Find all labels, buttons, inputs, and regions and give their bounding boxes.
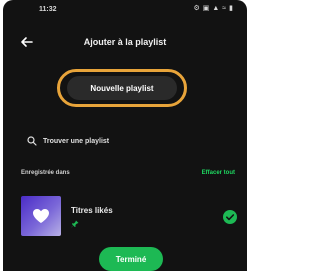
section-title: Enregistrée dans <box>21 170 70 176</box>
app-screen: 11:32 ⚙ ▣ ▲ ≈ ▮ Ajouter à la playlist No… <box>3 0 247 271</box>
search-label: Trouver une playlist <box>43 137 110 145</box>
done-button[interactable]: Terminé <box>99 247 163 271</box>
find-playlist-search[interactable]: Trouver une playlist <box>27 134 109 148</box>
check-icon[interactable] <box>223 210 237 224</box>
clear-all-button[interactable]: Effacer tout <box>202 170 235 176</box>
pin-icon <box>71 220 79 228</box>
saved-section-header: Enregistrée dans Effacer tout <box>21 170 235 182</box>
liked-songs-cover <box>21 196 61 236</box>
search-icon <box>27 136 37 146</box>
wifi-icon: ≈ <box>222 5 227 12</box>
status-bar: 11:32 ⚙ ▣ ▲ ≈ ▮ <box>3 0 247 22</box>
playlist-item-liked-songs[interactable]: Titres likés <box>21 196 239 238</box>
signal-icon: ▲ <box>212 5 220 12</box>
battery-icon: ▮ <box>229 5 233 12</box>
header: Ajouter à la playlist <box>3 32 247 56</box>
status-icons: ⚙ ▣ ▲ ≈ ▮ <box>193 5 233 13</box>
status-time: 11:32 <box>39 6 57 13</box>
playlist-title: Titres likés <box>71 206 113 215</box>
new-playlist-button[interactable]: Nouvelle playlist <box>67 76 177 100</box>
message-icon: ▣ <box>202 5 210 12</box>
settings-icon: ⚙ <box>193 5 200 12</box>
page-title: Ajouter à la playlist <box>83 37 167 47</box>
heart-icon <box>33 209 49 223</box>
